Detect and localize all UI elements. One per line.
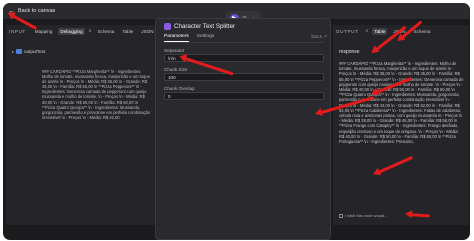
search-icon[interactable]: ⌕ bbox=[365, 28, 368, 34]
feedback-label: I wish this node would... bbox=[345, 213, 388, 218]
tab-debugging[interactable]: Debugging bbox=[58, 27, 85, 35]
tab-settings[interactable]: Settings bbox=[197, 34, 214, 42]
chunk-size-label: Chunk Size bbox=[164, 67, 188, 72]
input-panel-title: INPUT bbox=[9, 28, 26, 34]
response-column-header: response bbox=[339, 49, 360, 55]
tab-table[interactable]: Table bbox=[372, 27, 388, 35]
docs-link[interactable]: Docs ↗ bbox=[311, 34, 327, 40]
input-panel: INPUT Mapping Debugging ⌕ Schema Table J… bbox=[6, 25, 156, 225]
chunk-overlap-label: Chunk Overlap bbox=[164, 86, 195, 91]
feedback-row[interactable]: I wish this node would... bbox=[339, 213, 387, 218]
chunk-overlap-input[interactable]: 0 bbox=[164, 92, 324, 100]
modal-header: Character Text Splitter bbox=[164, 23, 235, 30]
modal-title: Character Text Splitter bbox=[174, 23, 236, 30]
output-panel: OUTPUT ⌕ Table JSON Schema response ### … bbox=[333, 25, 469, 225]
input-panel-header: INPUT Mapping Debugging ⌕ Schema Table J… bbox=[6, 25, 156, 37]
node-settings-modal: Character Text Splitter Parameters Setti… bbox=[155, 18, 331, 240]
tab-parameters[interactable]: Parameters bbox=[164, 34, 189, 42]
tab-table[interactable]: Table bbox=[120, 28, 135, 35]
field-name: outputText bbox=[24, 49, 46, 54]
back-to-canvas-button[interactable]: ← Back to canvas bbox=[8, 6, 55, 16]
input-text-value: ### CARDÁPIO **Pizza Margherita** \n - I… bbox=[42, 69, 152, 120]
back-to-canvas-label: Back to canvas bbox=[18, 8, 56, 14]
field-row[interactable]: ▸ outputText bbox=[12, 49, 45, 54]
chunk-size-input[interactable]: 100 bbox=[164, 73, 324, 81]
search-icon[interactable]: ⌕ bbox=[89, 28, 92, 34]
output-panel-title: OUTPUT bbox=[336, 28, 359, 34]
text-splitter-icon bbox=[164, 23, 171, 30]
tab-schema[interactable]: Schema bbox=[95, 28, 116, 35]
modal-tabs: Parameters Settings bbox=[164, 34, 324, 43]
tab-json[interactable]: JSON bbox=[139, 28, 155, 35]
chevron-right-icon: ▸ bbox=[12, 49, 15, 54]
feedback-icon bbox=[339, 213, 343, 218]
string-type-icon bbox=[16, 49, 23, 54]
